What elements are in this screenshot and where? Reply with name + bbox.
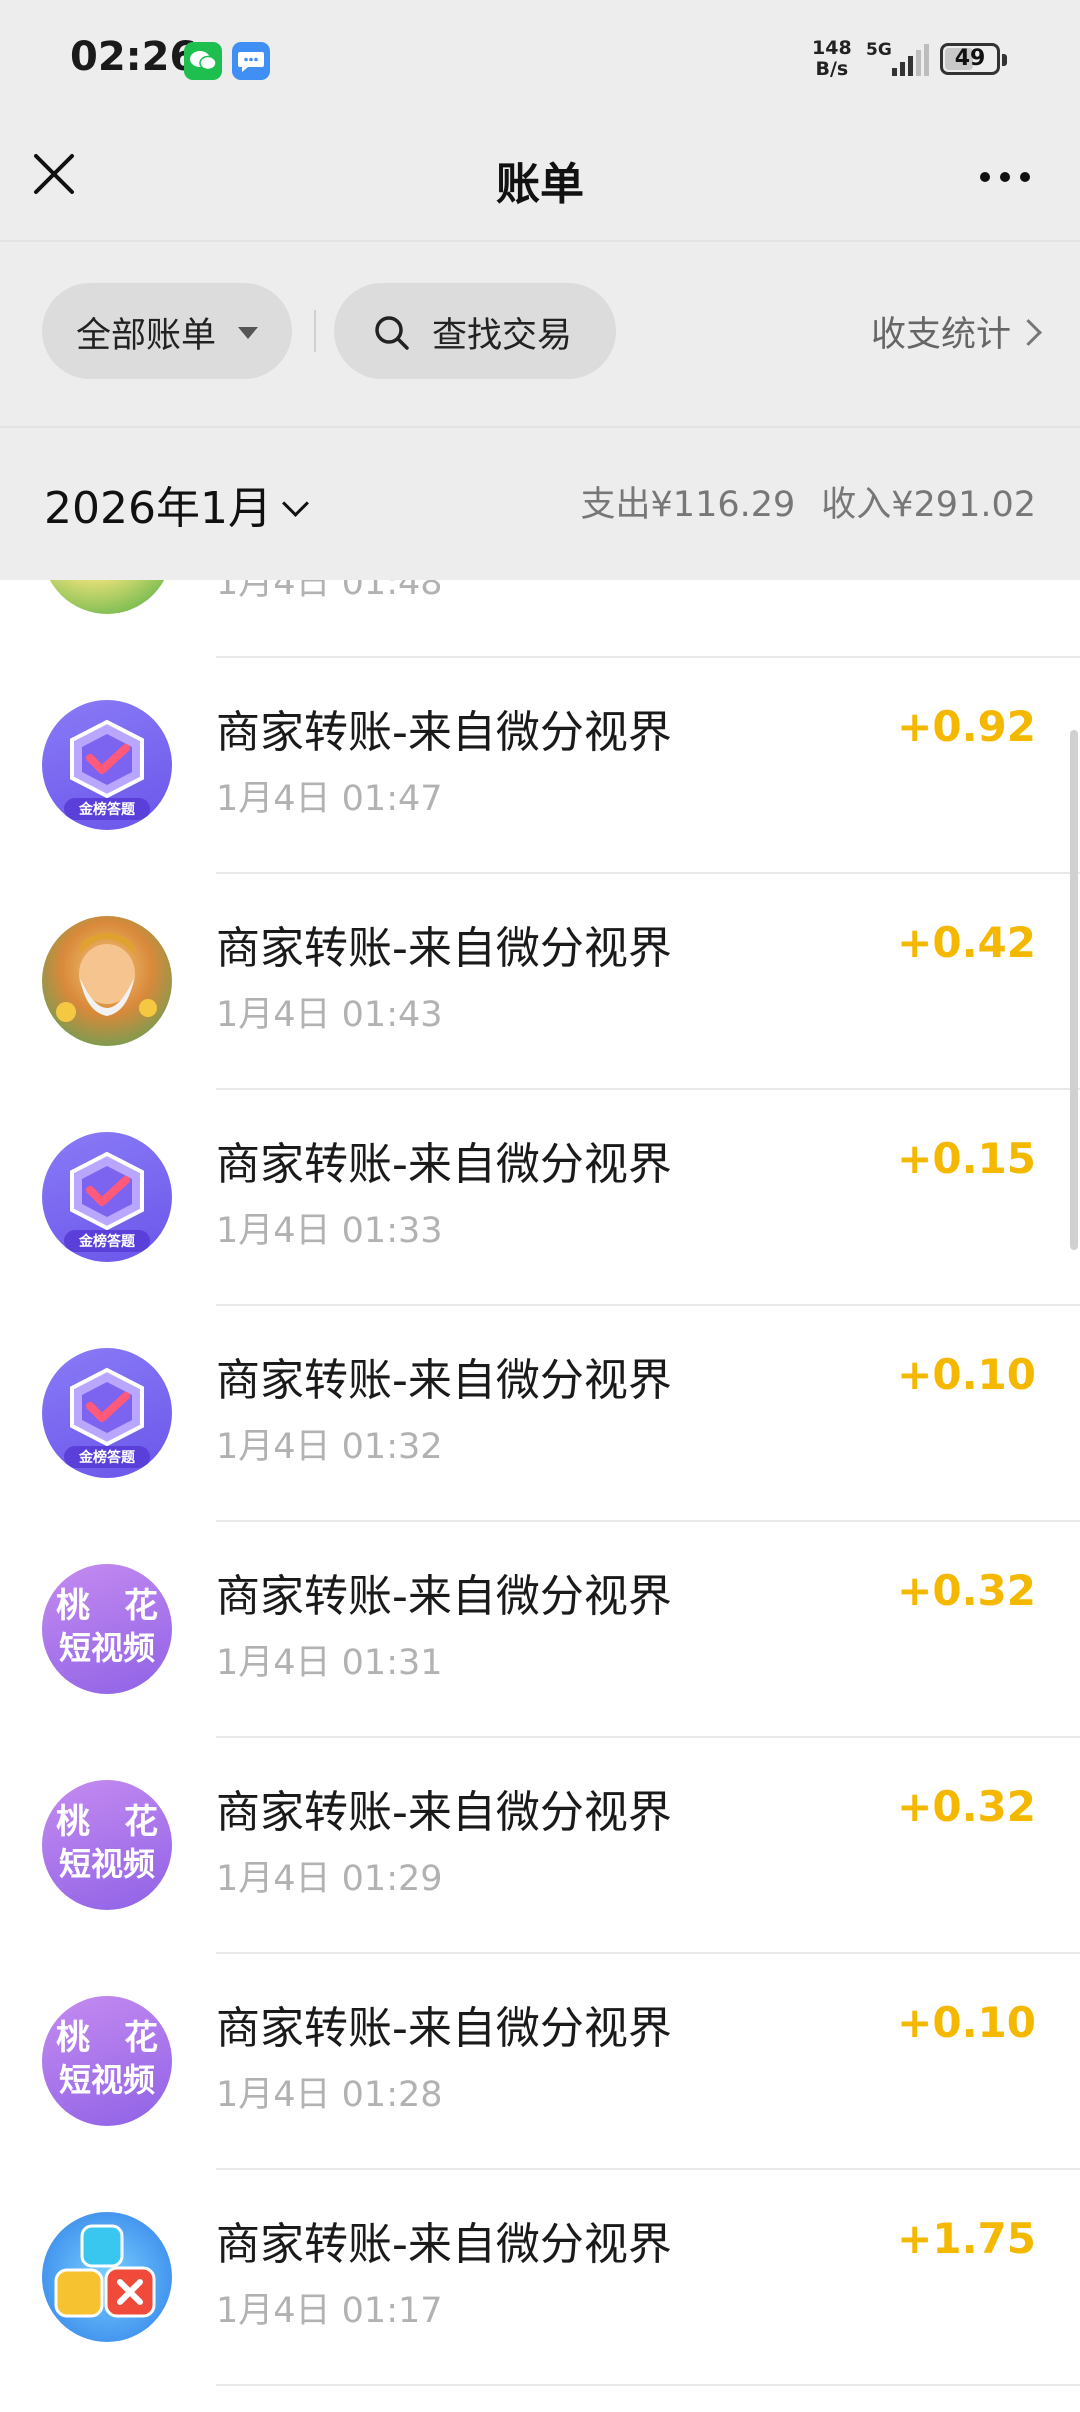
merchant-avatar: 桃 花短视频 [42,1996,172,2126]
avatar-caption: 短视频 [58,2061,155,2099]
transaction-amount: +0.10 [897,1350,1036,1399]
transaction-row[interactable]: 金榜答题 商家转账-来自微分视界 1月4日 01:32 +0.10 [0,1306,1080,1522]
transaction-time: 1月4日 01:31 [216,1643,443,1683]
transaction-list: 1月4日 01:48 金榜答题 商家转账-来自微分视界 1月4日 01:47 +0.9… [0,580,1080,2412]
transaction-title: 商家转账-来自微分视界 [216,1571,672,1622]
transaction-time: 1月4日 01:33 [216,1211,443,1251]
transaction-time: 1月4日 01:28 [216,2075,443,2115]
transaction-amount: +0.92 [897,702,1036,751]
merchant-avatar: 金榜答题 [42,1132,172,1262]
wechat-icon [184,42,222,80]
transaction-row[interactable]: 1月4日 01:48 [0,580,1080,658]
stats-label: 收支统计 [870,315,1011,355]
transaction-title: 商家转账-来自微分视界 [216,2219,672,2270]
merchant-avatar: 桃 花短视频 [42,1564,172,1694]
transaction-row[interactable]: 桃 花短视频 商家转账-来自微分视界 1月4日 01:28 +0.10 [0,1954,1080,2170]
merchant-avatar [42,916,172,1046]
search-icon [375,316,409,350]
avatar-caption: 金榜答题 [79,802,135,818]
transaction-amount: +0.15 [897,1134,1036,1183]
dropdown-caret-icon [238,327,258,339]
transaction-row[interactable]: 商家转账-来自微分视界 1月4日 01:43 +0.42 [0,874,1080,1090]
transaction-row[interactable]: 桃 花短视频 商家转账-来自微分视界 1月4日 01:29 +0.32 [0,1738,1080,1954]
divider [0,426,1080,428]
net-speed-value: 148 [812,37,852,59]
chevron-down-icon [282,490,309,517]
all-bills-filter-button[interactable]: 全部账单 [42,283,292,379]
avatar-caption: 桃 花 [56,1586,158,1626]
all-bills-label: 全部账单 [76,316,217,356]
transaction-title: 商家转账-来自微分视界 [216,1355,672,1406]
transaction-title: 商家转账-来自微分视界 [216,1787,672,1838]
bill-header-area: 02:26 148 B/s 5G 49 账单 全部账单 查找交易 收支统计 20… [0,0,1080,580]
income-expense-stats-link[interactable]: 收支统计 [870,306,1042,357]
transaction-time: 1月4日 01:17 [216,2291,443,2331]
transaction-amount: +0.10 [897,1998,1036,2047]
transaction-amount: +1.75 [897,2214,1036,2263]
avatar-caption: 桃 花 [56,1802,158,1842]
transaction-time: 1月4日 01:32 [216,1427,443,1467]
net-speed-unit: B/s [815,58,849,80]
transaction-title: 商家转账-来自微分视界 [216,707,672,758]
avatar-caption: 金榜答题 [79,1234,135,1250]
income-total: 收入¥291.02 [821,485,1036,525]
avatar-caption: 金榜答题 [79,1450,135,1466]
search-transactions-button[interactable]: 查找交易 [334,283,616,379]
avatar-caption: 短视频 [58,1845,155,1883]
merchant-avatar [42,2212,172,2342]
divider [0,240,1080,242]
month-label: 2026年1月 [44,483,272,534]
transaction-time: 1月4日 01:43 [216,995,443,1035]
transaction-row[interactable]: 金榜答题 商家转账-来自微分视界 1月4日 01:33 +0.15 [0,1090,1080,1306]
battery-icon: 49 [940,43,1007,75]
more-icon[interactable] [975,168,1035,188]
search-label: 查找交易 [432,316,573,356]
transaction-row[interactable]: 金榜答题 商家转账-来自微分视界 1月4日 01:47 +0.92 [0,658,1080,874]
signal-icon [892,44,929,76]
avatar-caption: 短视频 [58,1629,155,1667]
expense-total: 支出¥116.29 [580,485,796,525]
transaction-amount: +0.42 [897,918,1036,967]
transaction-title: 商家转账-来自微分视界 [216,2003,672,2054]
scrollbar[interactable] [1070,730,1078,1250]
merchant-avatar: 桃 花短视频 [42,1780,172,1910]
merchant-avatar: 金榜答题 [42,700,172,830]
page-title: 账单 [496,159,584,210]
transaction-title: 商家转账-来自微分视界 [216,923,672,974]
battery-level: 49 [954,46,986,71]
filter-separator [314,310,316,352]
transaction-row[interactable]: 桃 花短视频 商家转账-来自微分视界 1月4日 01:31 +0.32 [0,1522,1080,1738]
month-selector[interactable]: 2026年1月 [44,472,309,536]
transaction-amount: +0.32 [897,1782,1036,1831]
status-bar: 02:26 148 B/s 5G 49 [0,0,1080,120]
chevron-right-icon [1015,319,1042,346]
merchant-avatar: 金榜答题 [42,1348,172,1478]
transaction-time: 1月4日 01:47 [216,779,443,819]
month-summary: 支出¥116.29 收入¥291.02 [581,476,1036,527]
network-speed: 148 B/s [812,38,852,80]
transaction-time: 1月4日 01:29 [216,1859,443,1899]
avatar-caption: 桃 花 [56,2018,158,2058]
message-icon [232,42,270,80]
transaction-title: 商家转账-来自微分视界 [216,1139,672,1190]
network-type: 5G [866,40,892,60]
status-time: 02:26 [70,34,198,80]
transaction-time: 1月4日 01:48 [216,580,443,603]
transaction-amount: +0.32 [897,1566,1036,1615]
merchant-avatar [42,580,172,614]
row-divider [216,2384,1080,2386]
transaction-row[interactable]: 商家转账-来自微分视界 1月4日 01:17 +1.75 [0,2170,1080,2386]
